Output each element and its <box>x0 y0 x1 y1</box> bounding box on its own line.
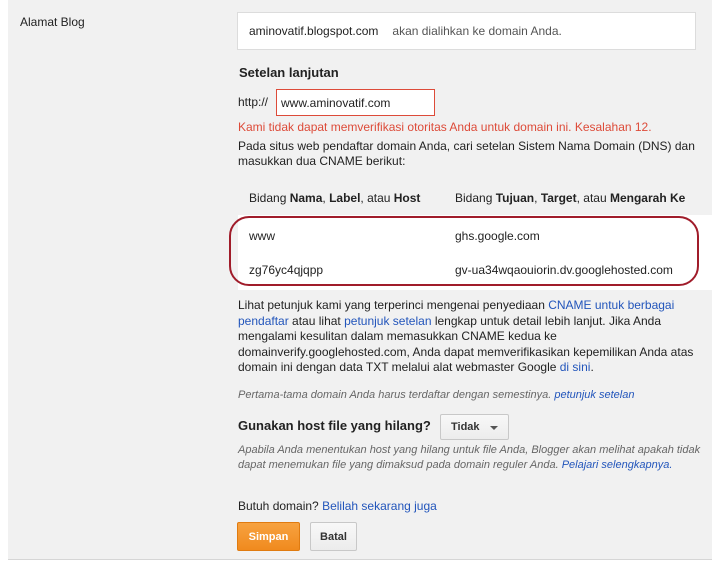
cname-table: www ghs.google.com zg76yc4qjqpp gv-ua34w… <box>238 215 712 290</box>
chevron-down-icon <box>490 426 498 430</box>
cname-help-text: Lihat petunjuk kami yang terperinci meng… <box>238 298 694 374</box>
registration-note: Pertama-tama domain Anda harus terdaftar… <box>238 389 635 401</box>
buy-domain-link[interactable]: Belilah sekarang juga <box>322 499 437 513</box>
missing-host-dropdown[interactable]: Tidak <box>440 414 509 440</box>
cname-row-1-name: www <box>249 229 275 243</box>
row-label-blog-address: Alamat Blog <box>20 15 85 29</box>
cname-table-header: Bidang Nama, Label, atau Host Bidang Tuj… <box>238 186 712 210</box>
registration-setup-link[interactable]: petunjuk setelan <box>554 389 634 401</box>
buy-domain-prompt: Butuh domain? Belilah sekarang juga <box>238 499 437 513</box>
header-name-column: Bidang Nama, Label, atau Host <box>249 191 421 205</box>
redirect-note: akan dialihkan ke domain Anda. <box>392 24 562 38</box>
cname-row-2-target: gv-ua34wqaouiorin.dv.googlehosted.com <box>455 263 673 277</box>
advanced-settings-title: Setelan lanjutan <box>239 65 339 80</box>
custom-domain-input[interactable] <box>276 89 435 116</box>
panel-divider <box>8 559 712 560</box>
http-prefix-label: http:// <box>238 95 269 109</box>
missing-host-description: Apabila Anda menentukan host yang hilang… <box>238 444 701 471</box>
verification-error: Kami tidak dapat memverifikasi otoritas … <box>238 120 652 134</box>
blogspot-domain: aminovatif.blogspot.com <box>249 24 379 38</box>
header-target-column: Bidang Tujuan, Target, atau Mengarah Ke <box>455 191 686 205</box>
cname-row-2-name: zg76yc4qjqpp <box>249 263 324 277</box>
missing-host-selected: Tidak <box>451 421 480 433</box>
cancel-button[interactable]: Batal <box>310 522 357 551</box>
setup-guide-link[interactable]: petunjuk setelan <box>344 314 431 328</box>
cname-row-1-target: ghs.google.com <box>455 229 540 243</box>
webmaster-link[interactable]: di sini <box>560 360 591 374</box>
blog-address-box: aminovatif.blogspot.com akan dialihkan k… <box>237 12 696 50</box>
learn-more-link[interactable]: Pelajari selengkapnya. <box>562 459 673 471</box>
missing-host-label: Gunakan host file yang hilang? <box>238 418 431 433</box>
dns-instructions: Pada situs web pendaftar domain Anda, ca… <box>238 139 695 168</box>
save-button[interactable]: Simpan <box>237 522 300 551</box>
